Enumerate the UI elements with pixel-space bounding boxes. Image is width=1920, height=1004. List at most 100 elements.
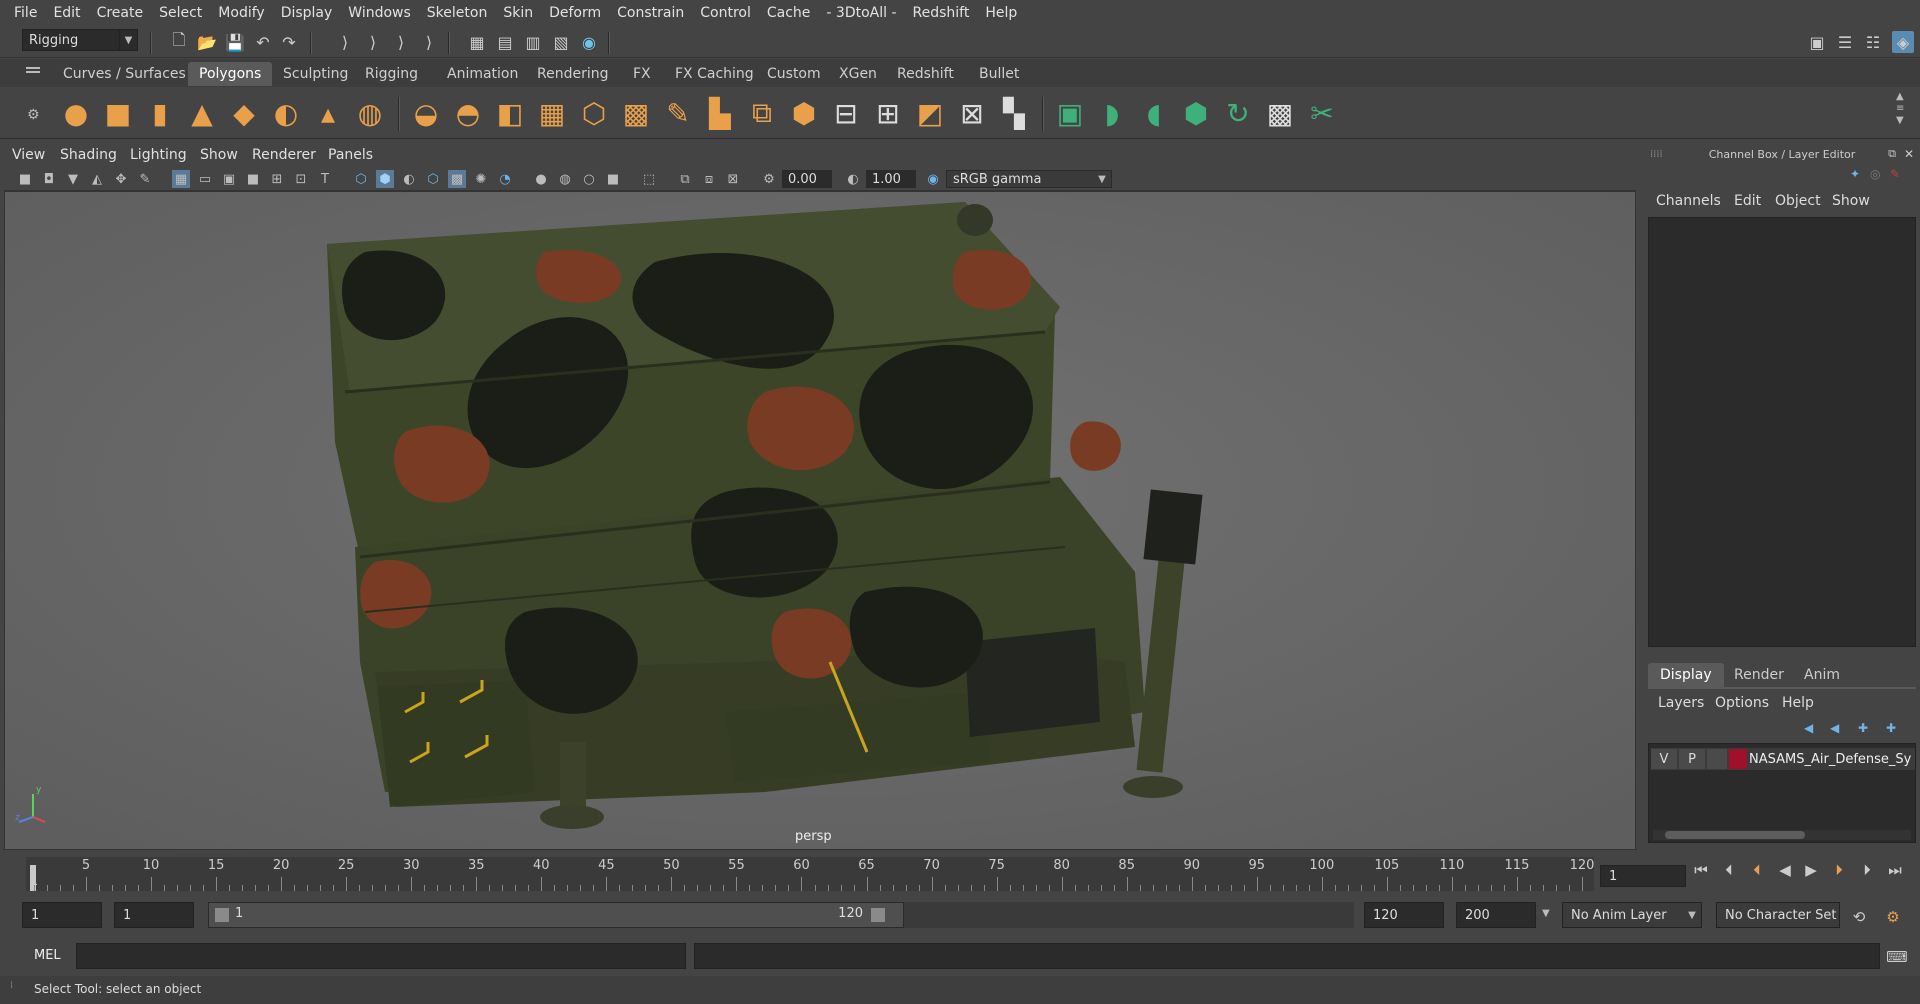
playback-end-field[interactable]: 120 [1364,902,1444,928]
grease-pencil-icon[interactable]: ✎ [136,170,154,188]
channel-box-toggle-icon[interactable]: ◈ [1892,31,1914,53]
play-forward-icon[interactable]: ▶ [1800,859,1822,881]
horizontal-scrollbar[interactable] [1653,830,1911,840]
wireframe-on-shaded-icon[interactable]: ⬡ [424,170,442,188]
character-set-dropdown[interactable]: No Character Set [1716,902,1840,928]
viewport-menu-panels[interactable]: Panels [328,147,373,163]
new-scene-icon[interactable]: 🗋 [168,30,190,53]
resolution-gate-icon[interactable]: ▣ [220,170,238,188]
script-language-toggle[interactable]: MEL [34,948,61,963]
playback-start-field[interactable]: 1 [114,902,194,928]
menu-skeleton[interactable]: Skeleton [419,5,496,21]
color-management-icon[interactable]: ◉ [924,170,942,188]
boolean-icon[interactable]: ◩ [912,94,948,132]
open-scene-icon[interactable]: 📂 [196,31,218,53]
layer-playback-toggle[interactable]: P [1679,749,1705,769]
film-gate-icon[interactable]: ▭ [196,170,214,188]
gamma-field[interactable]: 1.00 [866,170,916,188]
move-layer-up-icon[interactable]: ◀ [1804,721,1813,735]
unfold-uv-icon[interactable]: ↻ [1220,94,1256,132]
fill-hole-icon[interactable]: ⬢ [786,94,822,132]
menu-constrain[interactable]: Constrain [609,5,692,21]
script-editor-icon[interactable]: ⌨ [1886,946,1908,968]
bookmark-icon[interactable]: ▼ [64,170,82,188]
poly-cylinder-icon[interactable]: ▮ [142,94,178,132]
grid-icon[interactable]: ▦ [172,170,190,188]
shelf-tab-sculpting[interactable]: Sculpting [272,62,359,86]
field-chart-icon[interactable]: ⊞ [268,170,286,188]
layers-menu[interactable]: Layers [1658,695,1704,711]
smooth-shade-icon[interactable]: ⬢ [376,170,394,188]
anti-aliasing-icon[interactable]: ○ [580,170,598,188]
wireframe-icon[interactable]: ⬡ [352,170,370,188]
layer-color-swatch[interactable] [1729,749,1747,769]
separate-icon[interactable]: ◓ [450,94,486,132]
depth-of-field-icon[interactable]: ■ [604,170,622,188]
drag-handle-icon[interactable]: ⁞⁞⁞⁞ [1650,149,1663,160]
bridge-icon[interactable]: ▙ [702,94,738,132]
shelf-tab-rigging[interactable]: Rigging [354,62,429,86]
auto-keyframe-icon[interactable]: ⟲ [1848,906,1870,928]
viewport-menu-lighting[interactable]: Lighting [130,147,187,163]
shelf-tab-fx[interactable]: FX [622,62,662,86]
render-settings-icon[interactable]: ▧ [550,31,572,53]
anim-layer-dropdown[interactable]: No Anim Layer ▼ [1562,902,1702,928]
image-plane-icon[interactable]: ◭ [88,170,106,188]
menu-3dtoall[interactable]: - 3DtoAll - [818,5,904,21]
layer-visibility-toggle[interactable]: V [1651,749,1677,769]
speed-icon[interactable]: ◎ [1870,167,1880,181]
menu-cache[interactable]: Cache [759,5,819,21]
go-to-start-icon[interactable]: ⏮ [1690,859,1712,881]
move-layer-down-icon[interactable]: ◀ [1830,721,1839,735]
shelf-tab-redshift[interactable]: Redshift [886,62,965,86]
safe-title-icon[interactable]: T [316,170,334,188]
cylindrical-uv-icon[interactable]: ◗ [1094,94,1130,132]
step-back-frame-icon[interactable]: ⏴ [1746,859,1768,881]
exposure-icon[interactable]: ⚙ [760,170,778,188]
target-weld-icon[interactable]: ⊠ [954,94,990,132]
checker-icon[interactable]: ▩ [1262,94,1298,132]
new-layer-selected-icon[interactable]: ✚ [1886,721,1896,735]
append-icon[interactable]: ⧉ [744,94,780,132]
menu-display[interactable]: Display [273,5,341,21]
shelf-tab-polygons[interactable]: Polygons [188,62,273,86]
camera-attributes-icon[interactable]: ◘ [40,170,58,188]
end-time-field[interactable]: 200 [1456,902,1536,928]
select-hierarchy-icon[interactable]: ⟩ [334,31,356,53]
layer-name[interactable]: NASAMS_Air_Defense_Sy [1749,752,1911,767]
play-backward-icon[interactable]: ◀ [1774,859,1796,881]
shelf-tab-bullet[interactable]: Bullet [968,62,1030,86]
select-object-icon[interactable]: ⟩ [362,31,384,53]
gate-mask-icon[interactable]: ■ [244,170,262,188]
poly-cube-icon[interactable]: ■ [100,94,136,132]
menu-windows[interactable]: Windows [340,5,419,21]
automatic-uv-icon[interactable]: ⬢ [1178,94,1214,132]
float-panel-icon[interactable]: ⧉ [1888,147,1896,161]
step-forward-frame-icon[interactable]: ⏵ [1828,859,1850,881]
xray-joints-icon[interactable]: ⧈ [700,170,718,188]
uv-editor-icon[interactable]: ✂ [1304,94,1340,132]
poly-sphere-icon[interactable]: ● [58,94,94,132]
step-back-key-icon[interactable]: ⏴ [1718,859,1740,881]
tab-display[interactable]: Display [1648,663,1724,687]
animation-preferences-icon[interactable]: ⚙ [1882,906,1904,928]
select-component-icon[interactable]: ⟩ [390,31,412,53]
perspective-viewport[interactable]: y z persp [4,191,1636,850]
layer-row[interactable]: V P NASAMS_Air_Defense_Sy [1651,748,1915,770]
default-material-icon[interactable]: ◐ [400,170,418,188]
channels-menu[interactable]: Channels [1656,193,1721,209]
menu-help[interactable]: Help [977,5,1025,21]
render-view-icon[interactable]: ▦ [466,31,488,53]
show-menu[interactable]: Show [1832,193,1870,209]
color-space-dropdown[interactable]: sRGB gamma ▼ [946,170,1112,188]
snap-icon[interactable]: ⟩ [418,31,440,53]
shelf-tab-custom[interactable]: Custom [756,62,832,86]
options-menu[interactable]: Options [1715,695,1769,711]
tab-anim[interactable]: Anim [1792,663,1852,687]
xray-components-icon[interactable]: ⊠ [724,170,742,188]
menu-file[interactable]: File [6,5,45,21]
object-menu[interactable]: Object [1775,193,1821,209]
poly-pyramid-icon[interactable]: ▴ [310,94,346,132]
new-layer-icon[interactable]: ✚ [1858,721,1868,735]
shelf-tab-curves-surfaces[interactable]: Curves / Surfaces [52,62,197,86]
